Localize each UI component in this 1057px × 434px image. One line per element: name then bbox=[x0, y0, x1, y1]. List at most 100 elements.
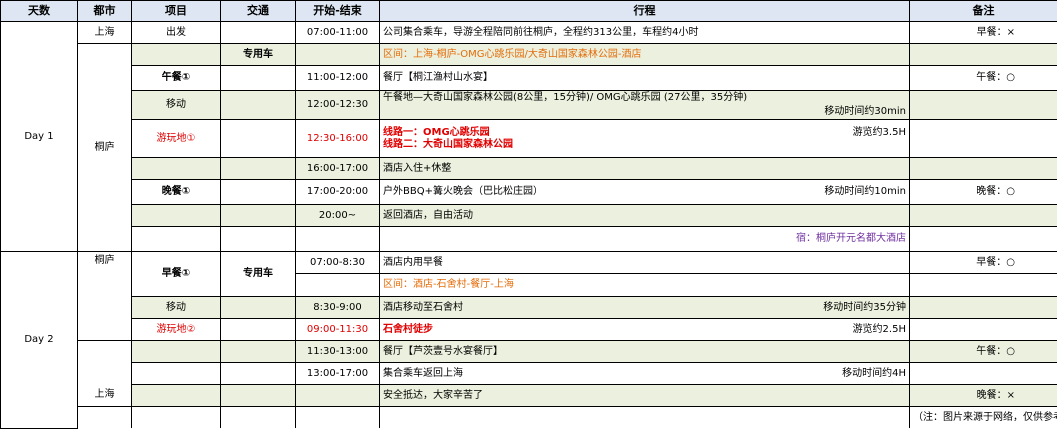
itinerary-cell: 酒店内用早餐 bbox=[379, 251, 910, 274]
itinerary-cell: 餐厅【桐江渔村山水宴】 bbox=[379, 65, 910, 91]
table-row: 上海 11:30-13:00 餐厅【芦茨壹号水宴餐厅】 午餐：○ bbox=[0, 340, 1057, 407]
itinerary-cell: 移动时间约4H 集合乘车返回上海 bbox=[379, 362, 910, 385]
note-cell bbox=[909, 318, 1057, 341]
table-row: 宿：桐庐开元名都大酒店 bbox=[1, 226, 1057, 252]
item-cell bbox=[131, 362, 221, 385]
note-cell bbox=[909, 226, 1057, 252]
time-cell: 12:30-16:00 bbox=[295, 119, 380, 158]
time-cell bbox=[295, 273, 380, 297]
table-row: 午餐① 11:00-12:00 餐厅【桐江渔村山水宴】 午餐：○ bbox=[1, 65, 1057, 91]
item-cell bbox=[131, 204, 221, 227]
traffic-cell bbox=[220, 226, 296, 252]
traffic-cell: 专用车 bbox=[220, 251, 296, 297]
time-cell: 20:00~ bbox=[295, 204, 380, 227]
traffic-cell bbox=[220, 204, 296, 227]
itinerary-text: 石舍村徒步 bbox=[383, 323, 433, 335]
header-item: 项目 bbox=[131, 0, 221, 22]
traffic-cell bbox=[220, 119, 296, 158]
route-two: 线路二：大奇山国家森林公园 bbox=[383, 138, 513, 150]
table-row: 13:00-17:00 移动时间约4H 集合乘车返回上海 bbox=[1, 362, 1057, 385]
item-cell: 移动 bbox=[131, 296, 221, 319]
traffic-cell bbox=[220, 318, 296, 341]
item-cell bbox=[131, 340, 221, 363]
itinerary-table: 天数 都市 项目 交通 开始-结束 行程 备注 Day 1 上海 出发 07:0… bbox=[0, 0, 1057, 429]
traffic-cell bbox=[220, 384, 296, 407]
traffic-cell bbox=[220, 157, 296, 180]
itinerary-cell: 返回酒店，自由活动 bbox=[379, 204, 910, 227]
traffic-cell: 专用车 bbox=[220, 43, 296, 66]
table-row: 游玩地① 12:30-16:00 游览约3.5H 线路一：OMG心跳乐园 线路二：大… bbox=[1, 119, 1057, 158]
duration-text: 移动时间约4H bbox=[842, 367, 906, 379]
itinerary-cell: 区间：酒店-石舍村-餐厅-上海 bbox=[379, 273, 910, 297]
time-cell bbox=[295, 384, 380, 407]
item-cell: 游玩地① bbox=[131, 119, 221, 158]
note-cell bbox=[909, 362, 1057, 385]
note-cell bbox=[909, 90, 1057, 120]
itinerary-cell: 游览约3.5H 线路一：OMG心跳乐园 线路二：大奇山国家森林公园 bbox=[379, 119, 910, 158]
time-cell: 17:00-20:00 bbox=[295, 179, 380, 205]
note-cell: 早餐：○ bbox=[909, 251, 1057, 274]
day-label: Day 2 bbox=[0, 251, 78, 429]
route-one: 线路一：OMG心跳乐园 bbox=[383, 126, 490, 138]
note-cell: 午餐：○ bbox=[909, 340, 1057, 363]
note-cell: 午餐：○ bbox=[909, 65, 1057, 91]
item-cell bbox=[131, 226, 221, 252]
table-row: 20:00~ 返回酒店，自由活动 bbox=[0, 204, 1057, 227]
item-cell: 移动 bbox=[131, 90, 221, 120]
footer-city-cell bbox=[131, 406, 221, 428]
traffic-cell bbox=[220, 340, 296, 363]
table-row: Day 2 桐庐 早餐① 专用车 07:00-8:30 酒店内用早餐 早餐：○ bbox=[0, 251, 1057, 429]
day-label: Day 1 bbox=[0, 21, 78, 252]
note-cell bbox=[909, 119, 1057, 158]
header-note: 备注 bbox=[909, 0, 1057, 22]
table-row: 晚餐① 17:00-20:00 移动时间约10min 户外BBQ+篝火晚会（巴比松… bbox=[1, 179, 1057, 205]
note-cell: 晚餐：○ bbox=[909, 179, 1057, 205]
table-row: 移动 8:30-9:00 移动时间约35分钟 酒店移动至石舍村 bbox=[0, 296, 1057, 319]
table-row: Day 1 上海 出发 07:00-11:00 公司集合乘车，导游全程陪同前往桐… bbox=[0, 21, 1057, 252]
itinerary-cell: 安全抵达，大家辛苦了 bbox=[379, 384, 910, 407]
itinerary-cell: 移动时间约30min 午餐地—大奇山国家森林公园(8公里，15分钟)/ OMG心跳… bbox=[379, 90, 910, 120]
time-cell bbox=[295, 43, 380, 66]
itinerary-cell: 游览约2.5H 石舍村徒步 bbox=[379, 318, 910, 341]
itinerary-cell: 酒店入住+休整 bbox=[379, 157, 910, 180]
traffic-cell bbox=[220, 90, 296, 120]
time-cell: 07:00-8:30 bbox=[295, 251, 380, 274]
itinerary-cell: 公司集合乘车，导游全程陪同前往桐庐，全程约313公里，车程约4小时 bbox=[379, 21, 910, 44]
footer-item-cell bbox=[220, 406, 296, 428]
traffic-cell bbox=[220, 296, 296, 319]
city-cell: 桐庐 bbox=[77, 43, 132, 252]
table-row: 游玩地② 09:00-11:30 游览约2.5H 石舍村徒步 bbox=[1, 318, 1057, 341]
footer-note: （注：图片来源于网络，仅供参考。行程时间 酒店均可根据个人节奏和喜好调整 bbox=[909, 406, 1057, 428]
note-cell bbox=[909, 204, 1057, 227]
item-cell: 晚餐① bbox=[131, 179, 221, 205]
footer-traffic-cell bbox=[295, 406, 380, 428]
time-cell: 16:00-17:00 bbox=[295, 157, 380, 180]
item-cell: 游玩地② bbox=[131, 318, 221, 341]
itinerary-cell: 移动时间约10min 户外BBQ+篝火晚会（巴比松庄园） bbox=[379, 179, 910, 205]
table-row: 移动 12:00-12:30 移动时间约30min 午餐地—大奇山国家森林公园(8… bbox=[0, 90, 1057, 120]
item-cell: 出发 bbox=[131, 21, 221, 44]
time-cell: 09:00-11:30 bbox=[295, 318, 380, 341]
item-cell bbox=[131, 43, 221, 66]
time-cell bbox=[295, 226, 380, 252]
itinerary-text: 户外BBQ+篝火晚会（巴比松庄园） bbox=[383, 186, 543, 197]
note-cell bbox=[909, 273, 1057, 297]
header-day: 天数 bbox=[0, 0, 78, 22]
time-cell: 11:30-13:00 bbox=[295, 340, 380, 363]
itinerary-cell: 餐厅【芦茨壹号水宴餐厅】 bbox=[379, 340, 910, 363]
item-cell: 早餐① bbox=[131, 251, 221, 297]
traffic-cell bbox=[220, 21, 296, 44]
item-cell bbox=[131, 157, 221, 180]
itinerary-text: 集合乘车返回上海 bbox=[383, 367, 463, 379]
note-cell bbox=[909, 43, 1057, 66]
footer-day-cell bbox=[77, 406, 132, 428]
note-cell: 早餐：× bbox=[909, 21, 1057, 44]
city-cell: 上海 bbox=[77, 21, 132, 44]
footer-time-cell bbox=[379, 406, 910, 428]
header-itinerary: 行程 bbox=[379, 0, 910, 22]
header-city: 都市 bbox=[77, 0, 132, 22]
itinerary-text: 午餐地—大奇山国家森林公园(8公里，15分钟)/ OMG心跳乐园 (27公里，3… bbox=[383, 92, 748, 103]
item-cell: 午餐① bbox=[131, 65, 221, 91]
table-row: 桐庐 专用车 区间：上海-桐庐-OMG心跳乐园/大奇山国家森林公园-酒店 bbox=[0, 43, 1057, 252]
time-cell: 11:00-12:00 bbox=[295, 65, 380, 91]
